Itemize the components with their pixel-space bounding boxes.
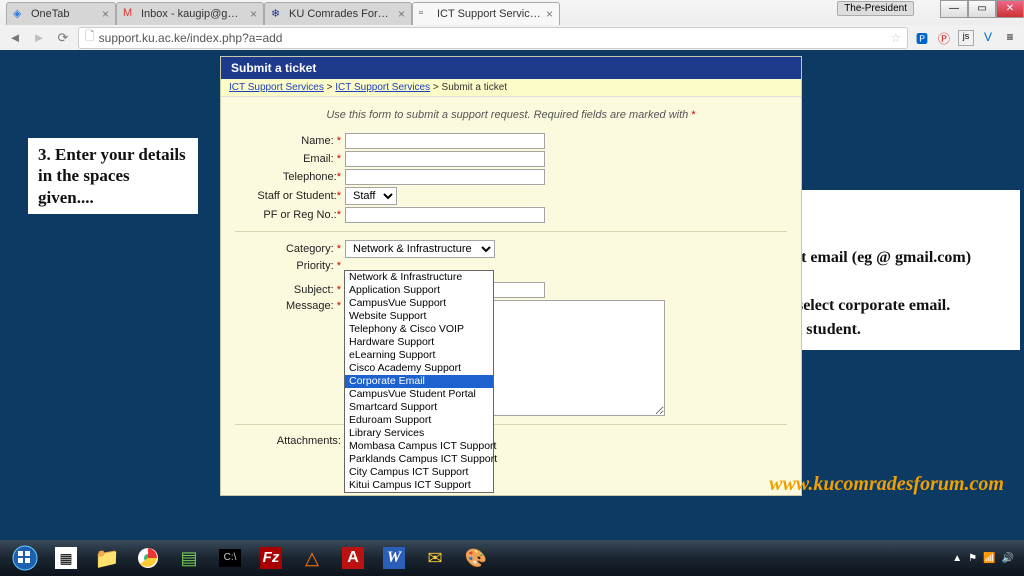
ticket-form: Submit a ticket ICT Support Services > I… bbox=[220, 56, 802, 496]
category-option[interactable]: Telephony & Cisco VOIP bbox=[345, 323, 493, 336]
browser-chrome: — ▭ ✕ The-President ◈ OneTab × M Inbox -… bbox=[0, 0, 1024, 50]
ext-icon-js[interactable]: js bbox=[958, 30, 974, 46]
tray-volume-icon[interactable]: 🔊 bbox=[1002, 553, 1014, 564]
forum-icon: ❄ bbox=[271, 7, 285, 21]
label-message: Message: * bbox=[235, 300, 345, 312]
pf-input[interactable] bbox=[345, 207, 545, 223]
category-option[interactable]: Cisco Academy Support bbox=[345, 362, 493, 375]
start-button[interactable] bbox=[6, 543, 44, 573]
crumb-current: Submit a ticket bbox=[442, 82, 508, 93]
window-maximize[interactable]: ▭ bbox=[968, 0, 996, 18]
form-note: Use this form to submit a support reques… bbox=[235, 105, 787, 131]
star-icon[interactable]: ☆ bbox=[890, 31, 901, 45]
forward-button[interactable]: ► bbox=[30, 29, 48, 47]
page-body: 3. Enter your details in the spaces give… bbox=[0, 50, 1024, 540]
address-bar: ◄ ► ⟳ 🗋 support.ku.ac.ke/index.php?a=add… bbox=[0, 25, 1024, 50]
category-option[interactable]: CampusVue Student Portal bbox=[345, 388, 493, 401]
category-select[interactable]: Network & Infrastructure bbox=[345, 240, 495, 258]
crumb-link-1[interactable]: ICT Support Services bbox=[229, 82, 324, 93]
label-telephone: Telephone:* bbox=[235, 171, 345, 183]
tray-up-icon[interactable]: ▲ bbox=[952, 553, 962, 564]
extension-icons: 🅿 Ⓟ js V ≡ bbox=[914, 30, 1018, 46]
tray-flag-icon[interactable]: ⚑ bbox=[968, 553, 977, 564]
taskbar-notepadpp[interactable]: ▤ bbox=[170, 543, 208, 573]
label-category: Category: * bbox=[235, 243, 345, 255]
category-option[interactable]: eLearning Support bbox=[345, 349, 493, 362]
category-option[interactable]: Library Services bbox=[345, 427, 493, 440]
taskbar-app-1[interactable]: ▦ bbox=[47, 543, 85, 573]
taskbar-word[interactable]: W bbox=[375, 543, 413, 573]
label-pf: PF or Reg No.:* bbox=[235, 209, 345, 221]
page-icon: ▫ bbox=[419, 7, 433, 21]
window-close[interactable]: ✕ bbox=[996, 0, 1024, 18]
back-button[interactable]: ◄ bbox=[6, 29, 24, 47]
chrome-menu-icon[interactable]: ≡ bbox=[1002, 30, 1018, 46]
name-input[interactable] bbox=[345, 133, 545, 149]
url-input[interactable]: 🗋 support.ku.ac.ke/index.php?a=add ☆ bbox=[78, 27, 908, 49]
crumb-link-2[interactable]: ICT Support Services bbox=[335, 82, 430, 93]
url-text: support.ku.ac.ke/index.php?a=add bbox=[99, 31, 283, 45]
category-option[interactable]: City Campus ICT Support bbox=[345, 466, 493, 479]
tab-onetab[interactable]: ◈ OneTab × bbox=[6, 2, 116, 25]
tray-network-icon[interactable]: 📶 bbox=[983, 553, 995, 564]
taskbar-filezilla[interactable]: Fz bbox=[252, 543, 290, 573]
close-icon[interactable]: × bbox=[398, 7, 405, 21]
form-header: Submit a ticket bbox=[221, 57, 801, 79]
reload-button[interactable]: ⟳ bbox=[54, 29, 72, 47]
telephone-input[interactable] bbox=[345, 169, 545, 185]
taskbar-mail[interactable]: ✉ bbox=[416, 543, 454, 573]
taskbar: ▦ 📁 ▤ C:\ Fz △ A W ✉ 🎨 ▲ ⚑ 📶 🔊 bbox=[0, 540, 1024, 576]
taskbar-cmd[interactable]: C:\ bbox=[211, 543, 249, 573]
label-staff: Staff or Student:* bbox=[235, 190, 345, 202]
category-option[interactable]: Network & Infrastructure bbox=[345, 271, 493, 284]
category-option[interactable]: Application Support bbox=[345, 284, 493, 297]
tab-forum[interactable]: ❄ KU Comrades Forum | All × bbox=[264, 2, 412, 25]
pinterest-icon[interactable]: Ⓟ bbox=[936, 30, 952, 46]
close-icon[interactable]: × bbox=[546, 7, 553, 21]
page-icon: 🗋 bbox=[85, 27, 95, 48]
form-area: Use this form to submit a support reques… bbox=[221, 97, 801, 495]
category-dropdown[interactable]: Network & InfrastructureApplication Supp… bbox=[344, 270, 494, 493]
window-controls: — ▭ ✕ bbox=[940, 0, 1024, 18]
category-option[interactable]: Smartcard Support bbox=[345, 401, 493, 414]
category-option[interactable]: Website Support bbox=[345, 310, 493, 323]
close-icon[interactable]: × bbox=[250, 7, 257, 21]
category-option[interactable]: Parklands Campus ICT Support bbox=[345, 453, 493, 466]
label-attachments: Attachments: bbox=[235, 435, 345, 447]
label-email: Email: * bbox=[235, 153, 345, 165]
chrome-user-button[interactable]: The-President bbox=[837, 1, 914, 16]
label-name: Name: * bbox=[235, 135, 345, 147]
category-option[interactable]: CampusVue Support bbox=[345, 297, 493, 310]
staff-select[interactable]: Staff bbox=[345, 187, 397, 205]
label-priority: Priority: * bbox=[235, 260, 345, 272]
taskbar-explorer[interactable]: 📁 bbox=[88, 543, 126, 573]
tab-ict[interactable]: ▫ ICT Support Services - Su × bbox=[412, 2, 560, 25]
onetab-icon: ◈ bbox=[13, 7, 27, 21]
category-option[interactable]: Kitui Campus ICT Support bbox=[345, 479, 493, 492]
gmail-icon: M bbox=[123, 7, 137, 21]
tab-gmail[interactable]: M Inbox - kaugip@gmail.co × bbox=[116, 2, 264, 25]
taskbar-adobe[interactable]: A bbox=[334, 543, 372, 573]
ext-icon-v[interactable]: V bbox=[980, 30, 996, 46]
ext-icon-1[interactable]: 🅿 bbox=[914, 30, 930, 46]
taskbar-vlc[interactable]: △ bbox=[293, 543, 331, 573]
taskbar-chrome[interactable] bbox=[129, 543, 167, 573]
system-tray[interactable]: ▲ ⚑ 📶 🔊 bbox=[952, 553, 1018, 564]
annotation-left: 3. Enter your details in the spaces give… bbox=[28, 138, 198, 214]
category-option[interactable]: Hardware Support bbox=[345, 336, 493, 349]
breadcrumb: ICT Support Services > ICT Support Servi… bbox=[221, 79, 801, 97]
watermark: www.kucomradesforum.com bbox=[769, 473, 1004, 496]
category-option[interactable]: Mombasa Campus ICT Support bbox=[345, 440, 493, 453]
category-option[interactable]: Corporate Email bbox=[345, 375, 493, 388]
category-option[interactable]: Eduroam Support bbox=[345, 414, 493, 427]
label-subject: Subject: * bbox=[235, 284, 345, 296]
email-input[interactable] bbox=[345, 151, 545, 167]
window-minimize[interactable]: — bbox=[940, 0, 968, 18]
close-icon[interactable]: × bbox=[102, 7, 109, 21]
taskbar-paint[interactable]: 🎨 bbox=[457, 543, 495, 573]
